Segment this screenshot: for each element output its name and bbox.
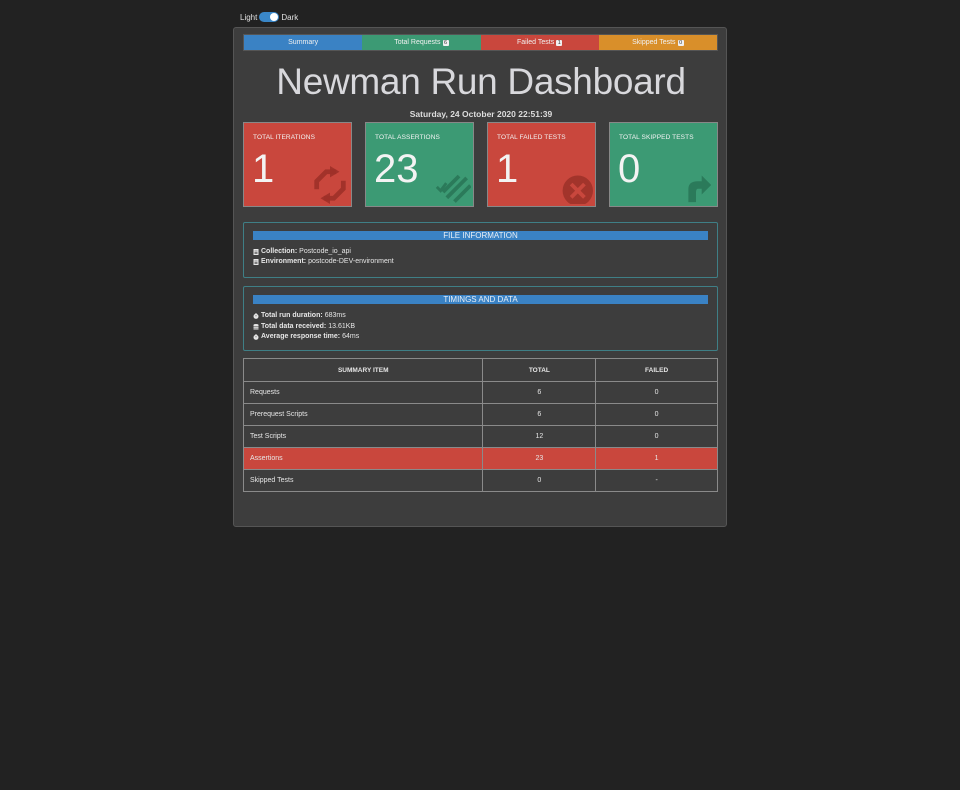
stat-total-iterations: TOTAL ITERATIONS 1 <box>243 122 352 207</box>
failed-cell: - <box>595 469 718 492</box>
theme-light-label: Light <box>240 12 258 22</box>
total-cell: 23 <box>482 447 597 470</box>
tab-label: Total Requests <box>394 39 441 46</box>
tab-failed-tests[interactable]: Failed Tests 1 <box>480 35 599 50</box>
refresh-icon <box>314 166 346 204</box>
data-received-line: Total data received: 13.61KB <box>253 323 355 330</box>
timings-heading: TIMINGS AND DATA <box>253 295 708 304</box>
stat-label: TOTAL ASSERTIONS <box>375 134 440 141</box>
duration-label: Total run duration: <box>261 312 323 319</box>
environment-line: Environment: postcode-DEV-environment <box>253 258 394 265</box>
table-row: Prerequest Scripts 6 0 <box>242 403 718 426</box>
page-title: Newman Run Dashboard <box>276 61 686 102</box>
table-header-row: SUMMARY ITEM TOTAL FAILED <box>242 358 718 382</box>
failed-cell: 1 <box>595 447 718 470</box>
total-cell: 6 <box>482 381 597 404</box>
table-row-failed: Assertions 23 1 <box>242 447 718 470</box>
stopwatch-icon <box>253 312 259 319</box>
theme-switch[interactable] <box>259 12 280 22</box>
total-cell: 6 <box>482 403 597 426</box>
column-header: FAILED <box>595 358 718 382</box>
stat-value: 23 <box>374 147 419 191</box>
failed-cell: 0 <box>595 381 718 404</box>
avg-response-value: 64ms <box>342 333 360 340</box>
table-row: Test Scripts 12 0 <box>242 425 718 448</box>
data-received-label: Total data received: <box>261 323 327 330</box>
failed-cell: 0 <box>595 403 718 426</box>
summary-item-cell: Requests <box>242 381 484 404</box>
column-header: SUMMARY ITEM <box>242 358 484 382</box>
data-received-value: 13.61KB <box>328 323 356 330</box>
duration-value: 683ms <box>324 312 346 319</box>
stat-label: TOTAL ITERATIONS <box>253 134 316 141</box>
checklist-icon <box>435 174 471 203</box>
stat-value: 1 <box>496 147 519 191</box>
tab-skipped-tests[interactable]: Skipped Tests 0 <box>598 35 717 50</box>
summary-table: SUMMARY ITEM TOTAL FAILED Requests 6 0 P… <box>242 358 718 492</box>
stopwatch-icon <box>253 333 259 340</box>
total-cell: 0 <box>482 469 597 492</box>
tab-label: Failed Tests <box>516 39 555 46</box>
tab-label: Skipped Tests <box>632 39 676 46</box>
stat-label: TOTAL SKIPPED TESTS <box>619 134 694 141</box>
stat-total-failed-tests: TOTAL FAILED TESTS 1 <box>487 122 596 207</box>
stat-value: 1 <box>252 147 275 191</box>
collection-label: Collection: <box>261 248 298 255</box>
column-header: TOTAL <box>482 358 597 382</box>
stat-total-skipped-tests: TOTAL SKIPPED TESTS 0 <box>609 122 718 207</box>
dashboard-card: Summary Total Requests 6 Failed Tests 1 … <box>233 27 727 527</box>
avg-response-label: Average response time: <box>261 333 341 340</box>
environment-value: postcode-DEV-environment <box>308 258 394 265</box>
summary-item-cell: Assertions <box>242 447 484 470</box>
file-icon <box>253 248 259 255</box>
tab-summary[interactable]: Summary <box>244 35 363 50</box>
tab-bar: Summary Total Requests 6 Failed Tests 1 … <box>243 34 718 51</box>
stat-label: TOTAL FAILED TESTS <box>497 134 566 141</box>
count-badge: 0 <box>677 39 684 46</box>
count-badge: 6 <box>442 39 449 46</box>
theme-dark-label: Dark <box>281 12 299 22</box>
collection-line: Collection: Postcode_io_api <box>253 248 351 255</box>
file-information-panel: FILE INFORMATION Collection: Postcode_io… <box>243 222 718 278</box>
run-date: Saturday, 24 October 2020 22:51:39 <box>409 109 553 119</box>
theme-toggle: Light Dark <box>240 12 298 22</box>
file-icon <box>253 258 259 265</box>
summary-item-cell: Test Scripts <box>242 425 484 448</box>
avg-response-line: Average response time: 64ms <box>253 333 359 340</box>
error-circle-icon <box>562 175 593 204</box>
table-row: Skipped Tests 0 - <box>242 469 718 492</box>
failed-cell: 0 <box>595 425 718 448</box>
file-information-heading: FILE INFORMATION <box>253 231 708 240</box>
stat-value: 0 <box>618 147 641 191</box>
summary-item-cell: Skipped Tests <box>242 469 484 492</box>
collection-value: Postcode_io_api <box>299 248 351 255</box>
database-icon <box>253 323 259 329</box>
share-arrow-icon <box>688 175 712 203</box>
timings-panel: TIMINGS AND DATA Total run duration: 683… <box>243 286 718 351</box>
switch-knob <box>270 13 279 21</box>
count-badge: 1 <box>556 39 563 46</box>
total-cell: 12 <box>482 425 597 448</box>
duration-line: Total run duration: 683ms <box>253 312 346 319</box>
summary-item-cell: Prerequest Scripts <box>242 403 484 426</box>
tab-total-requests[interactable]: Total Requests 6 <box>362 35 481 50</box>
table-row: Requests 6 0 <box>242 381 718 404</box>
environment-label: Environment: <box>261 258 307 265</box>
stat-total-assertions: TOTAL ASSERTIONS 23 <box>365 122 474 207</box>
tab-label: Summary <box>288 39 319 46</box>
